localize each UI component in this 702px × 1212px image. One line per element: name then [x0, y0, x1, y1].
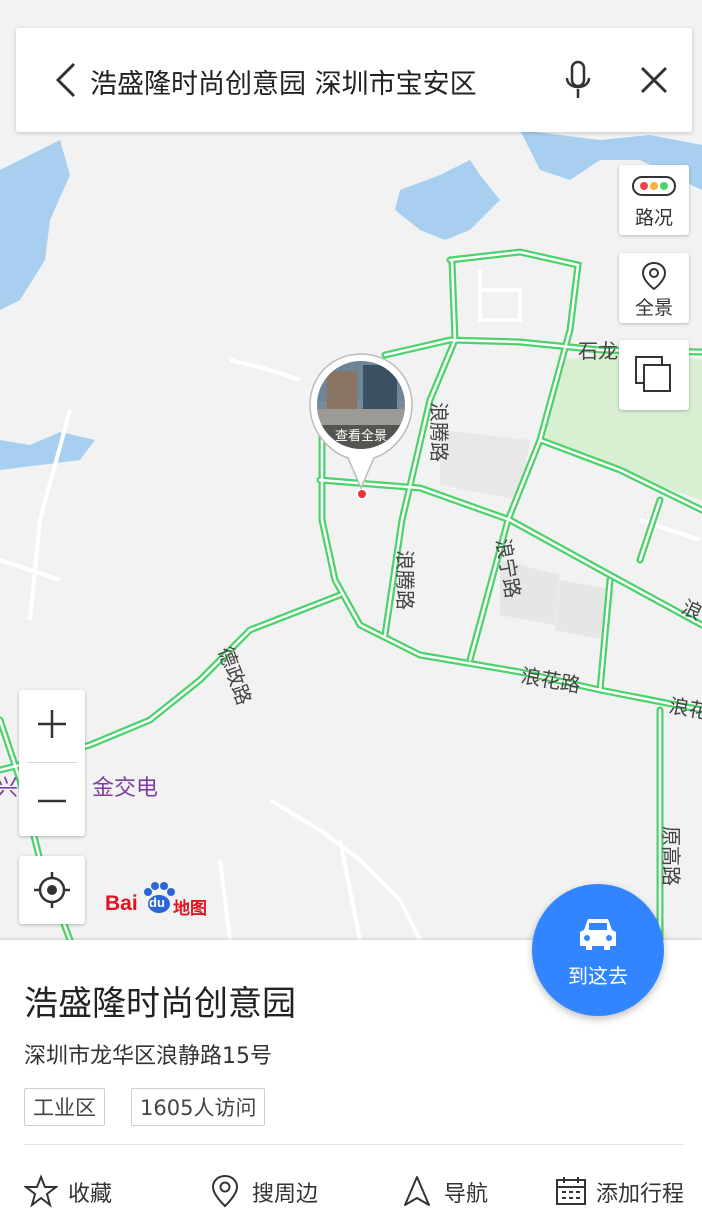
navigate-label: 导航 — [444, 1182, 489, 1207]
panorama-pin-icon — [641, 261, 667, 291]
go-here-button[interactable]: 到这去 — [532, 884, 664, 1016]
poi-label-left: 兴 — [0, 776, 18, 801]
favorite-label: 收藏 — [68, 1182, 113, 1207]
calendar-icon — [556, 1177, 586, 1205]
panorama-thumbnail: 查看全景 — [317, 361, 405, 449]
place-address: 深圳市龙华区浪静路15号 — [24, 1044, 272, 1069]
crosshair-icon — [34, 872, 70, 908]
car-icon — [580, 919, 616, 950]
search-query[interactable]: 浩盛隆时尚创意园 深圳市宝安区 — [90, 62, 477, 101]
road-label-yuangao: 原高路 — [659, 826, 683, 886]
road-label-langning: 浪宁路 — [491, 537, 525, 600]
road-label-langteng-north: 浪腾路 — [427, 402, 451, 462]
baidu-map-logo: Bai du 地图 — [105, 878, 215, 919]
logo-bai-text: Bai — [105, 892, 138, 915]
search-bar[interactable]: 浩盛隆时尚创意园 深圳市宝安区 — [16, 28, 692, 132]
zoom-controls — [19, 690, 85, 836]
road-label-langhua-east: 浪花 — [667, 693, 702, 724]
search-nearby-button[interactable]: 搜周边 — [208, 1168, 338, 1212]
panorama-bubble[interactable]: 查看全景 — [308, 352, 414, 498]
search-nearby-label: 搜周边 — [252, 1182, 319, 1207]
panorama-control-label: 全景 — [634, 297, 673, 319]
plus-icon — [38, 710, 66, 738]
favorite-button[interactable]: 收藏 — [24, 1168, 144, 1212]
zoom-in-button[interactable] — [19, 690, 85, 762]
locate-me-button[interactable] — [19, 856, 85, 924]
tag-category: 工业区 — [24, 1088, 105, 1126]
navigate-button[interactable]: 导航 — [400, 1168, 510, 1212]
logo-ditu-text: 地图 — [173, 899, 207, 919]
logo-du-text: du — [149, 895, 165, 910]
minus-icon — [38, 799, 66, 803]
poi-label: 金交电 — [92, 776, 158, 801]
back-button[interactable] — [46, 58, 86, 102]
road-label-langhua: 浪花路 — [519, 663, 582, 697]
traffic-label: 路况 — [634, 207, 673, 229]
star-icon — [24, 1174, 58, 1208]
add-itinerary-button[interactable]: 添加行程 — [554, 1168, 694, 1212]
place-name: 浩盛隆时尚创意园 — [24, 984, 296, 1024]
layers-button[interactable] — [619, 340, 689, 410]
add-itinerary-label: 添加行程 — [596, 1182, 685, 1207]
panorama-label: 查看全景 — [317, 425, 405, 449]
sheet-divider — [24, 1144, 684, 1145]
back-arrow-icon — [55, 62, 76, 98]
road-label-langteng-south: 浪腾路 — [393, 550, 417, 610]
navigation-arrow-icon — [404, 1176, 430, 1206]
panorama-button[interactable]: 全景 — [619, 253, 689, 323]
voice-search-button[interactable] — [564, 58, 592, 102]
tag-visitors: 1605人访问 — [131, 1088, 266, 1126]
close-icon — [640, 66, 668, 94]
location-pin-icon — [211, 1174, 239, 1208]
map-view[interactable]: 石龙仔路 浪腾路 浪腾路 浪宁路 浪花路 德政路 原高路 浪 浪花 金交电 兴 … — [0, 0, 702, 940]
layers-icon — [635, 356, 671, 392]
clear-search-button[interactable] — [634, 60, 674, 100]
zoom-out-button[interactable] — [19, 763, 85, 835]
traffic-button[interactable]: 路况 — [619, 165, 689, 235]
go-here-label: 到这去 — [568, 964, 628, 988]
traffic-light-icon — [632, 176, 676, 196]
road-label-desheng: 德政路 — [213, 644, 256, 709]
microphone-icon — [565, 60, 591, 98]
